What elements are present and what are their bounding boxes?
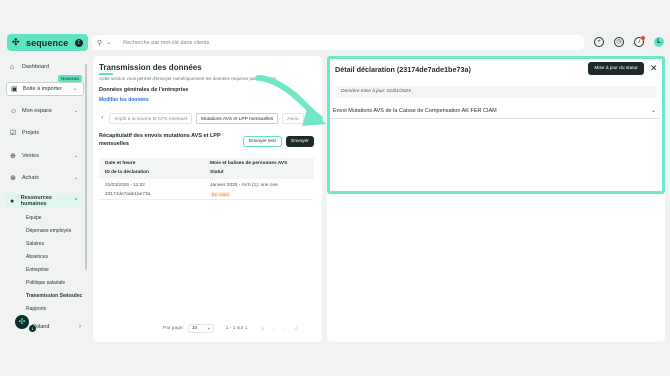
sub-item-equipe[interactable]: Equipe bbox=[26, 215, 42, 221]
send-test-button[interactable]: Envoyer test bbox=[243, 136, 282, 147]
app-root: ✣ sequence Σ ⚲ ⌄ Recherche par mot-clé d… bbox=[0, 0, 670, 376]
highlight-frame bbox=[327, 56, 665, 194]
top-icons: + ◷ ♪ L bbox=[594, 36, 664, 47]
search-input[interactable]: Recherche par mot-clé dans clients bbox=[123, 40, 209, 46]
per-page-label: Par page: bbox=[163, 326, 184, 331]
chevron-right-icon: › bbox=[79, 324, 81, 330]
brand-name: sequence bbox=[26, 37, 69, 48]
table-header: Date et heure ID de la déclaration Mois … bbox=[99, 158, 314, 179]
sub-item-rapports[interactable]: Rapports bbox=[26, 306, 46, 312]
chevron-up-icon: ⌃ bbox=[73, 198, 78, 204]
sidebar-item-mon-espace[interactable]: ☺ Mon espace ⌄ bbox=[6, 104, 84, 118]
per-page-select[interactable]: 10 ⌄ bbox=[187, 324, 214, 333]
recap-title: Récapitulatif des envois mutations AVS e… bbox=[99, 133, 221, 147]
sub-item-salaires[interactable]: Salaires bbox=[26, 241, 44, 247]
sidebar-item-projets[interactable]: ☑ Projets bbox=[6, 126, 84, 140]
sidebar-item-label: Projets bbox=[22, 130, 40, 136]
logo-mark-icon: ✣ bbox=[12, 37, 20, 47]
check-square-icon: ☑ bbox=[10, 129, 17, 137]
top-bar: ✣ sequence Σ ⚲ ⌄ Recherche par mot-clé d… bbox=[0, 28, 670, 54]
bell-icon[interactable]: ♪ bbox=[634, 36, 645, 47]
page-title: Transmission des données bbox=[99, 63, 202, 72]
chevron-down-icon: ⌄ bbox=[73, 175, 78, 181]
sidebar-item-achats[interactable]: ⊗ Achats ⌄ bbox=[6, 171, 84, 185]
sub-item-entreprise[interactable]: Entreprise bbox=[26, 267, 49, 273]
chevron-left-icon[interactable]: ‹ bbox=[99, 115, 105, 121]
notification-count: 1 bbox=[29, 325, 36, 332]
sub-item-transmission-swissdec[interactable]: Transmission Swissdec bbox=[26, 293, 82, 299]
pager-arrows: |‹ ‹ › ›| bbox=[261, 326, 297, 332]
sidebar-scrollbar[interactable] bbox=[85, 64, 87, 270]
brand-badge: Σ bbox=[75, 38, 83, 47]
chevron-down-icon[interactable]: ⌄ bbox=[106, 39, 111, 46]
first-page-icon[interactable]: |‹ bbox=[261, 326, 264, 332]
sidebar-item-ventes[interactable]: ⊕ Ventes ⌄ bbox=[6, 149, 84, 163]
prev-page-icon[interactable]: ‹ bbox=[273, 326, 275, 332]
sidebar-item-label: Boite à importer bbox=[23, 86, 62, 92]
user-avatar[interactable]: L bbox=[654, 37, 664, 47]
search-icon: ⚲ bbox=[97, 39, 103, 47]
col-header-date: Date et heure bbox=[105, 161, 136, 166]
col-header-status: Statut bbox=[210, 170, 224, 175]
sub-item-depenses[interactable]: Dépenses employés bbox=[26, 228, 71, 234]
clock-icon[interactable]: ◷ bbox=[614, 37, 624, 47]
person-icon: ☺ bbox=[10, 107, 18, 115]
sidebar-item-label: Ressources humaines bbox=[20, 195, 52, 207]
chevron-down-icon: ⌄ bbox=[73, 108, 78, 114]
title-underline bbox=[99, 73, 113, 75]
page-range: 1 - 1 sur 1 bbox=[225, 326, 248, 331]
brand-logo[interactable]: ✣ sequence Σ bbox=[7, 34, 88, 51]
chevron-down-icon: ⌄ bbox=[72, 86, 77, 92]
status-badge: En cours bbox=[210, 192, 231, 197]
cart-icon: ⊗ bbox=[10, 174, 16, 182]
search-bar[interactable]: ⚲ ⌄ Recherche par mot-clé dans clients bbox=[92, 35, 584, 50]
per-page-value: 10 bbox=[191, 326, 198, 331]
sub-item-absences[interactable]: Absences bbox=[26, 254, 48, 260]
people-icon: ● bbox=[10, 197, 15, 205]
col-header-month: Mois et balises de personnes AVS bbox=[210, 161, 288, 166]
add-circle-icon[interactable]: + bbox=[594, 37, 604, 47]
last-page-icon[interactable]: ›| bbox=[295, 326, 298, 332]
sidebar: ⌂ Dashboard ▣ Boite à importer ⌄ ☺ Mon e… bbox=[6, 56, 88, 342]
tab-impot-source[interactable]: Impôt à la source et CFS mensuel bbox=[109, 112, 192, 124]
send-button[interactable]: Envoyer bbox=[286, 136, 314, 147]
chevron-down-icon: ⌄ bbox=[206, 326, 211, 331]
next-page-icon[interactable]: › bbox=[284, 326, 286, 332]
table-row[interactable]: 21/03/2025 - 11:32 23174de7ade1be73a Jan… bbox=[99, 179, 314, 200]
sidebar-item-label: Achats bbox=[22, 175, 39, 181]
col-header-id: ID de la déclaration bbox=[105, 170, 149, 175]
sidebar-item-label: Ventes bbox=[22, 153, 39, 159]
annotation-arrow-icon bbox=[255, 75, 326, 126]
cell-date: 21/03/2025 - 11:32 bbox=[105, 183, 145, 188]
chevron-down-icon: ⌄ bbox=[73, 153, 78, 159]
declarations-table: Date et heure ID de la déclaration Mois … bbox=[99, 158, 314, 200]
home-icon: ⌂ bbox=[10, 63, 15, 71]
assistant-button-icon[interactable]: ✣ bbox=[15, 315, 29, 329]
cell-id: 23174de7ade1be73a bbox=[105, 192, 151, 197]
sidebar-item-dashboard[interactable]: ⌂ Dashboard bbox=[6, 60, 84, 74]
sales-icon: ⊕ bbox=[10, 152, 16, 160]
sidebar-item-ressources-humaines[interactable]: ● Ressources humaines ⌃ bbox=[6, 194, 84, 208]
inbox-icon: ▣ bbox=[11, 85, 18, 93]
cell-month: Janvier 2025 - AVS (1): one one bbox=[210, 183, 278, 188]
edit-data-link[interactable]: Modifier les données bbox=[99, 97, 149, 103]
sidebar-item-import[interactable]: ▣ Boite à importer ⌄ bbox=[6, 82, 84, 96]
pagination: Par page: 10 ⌄ 1 - 1 sur 1 |‹ ‹ › ›| bbox=[163, 324, 298, 333]
new-badge: Nouveau bbox=[58, 75, 83, 82]
section-title: Données générales de l'entreprise bbox=[99, 87, 189, 93]
sidebar-item-label: Mon espace bbox=[22, 108, 52, 114]
sub-item-politique-salariale[interactable]: Politique salariale bbox=[26, 280, 65, 286]
sidebar-item-label: Dashboard bbox=[22, 64, 49, 70]
